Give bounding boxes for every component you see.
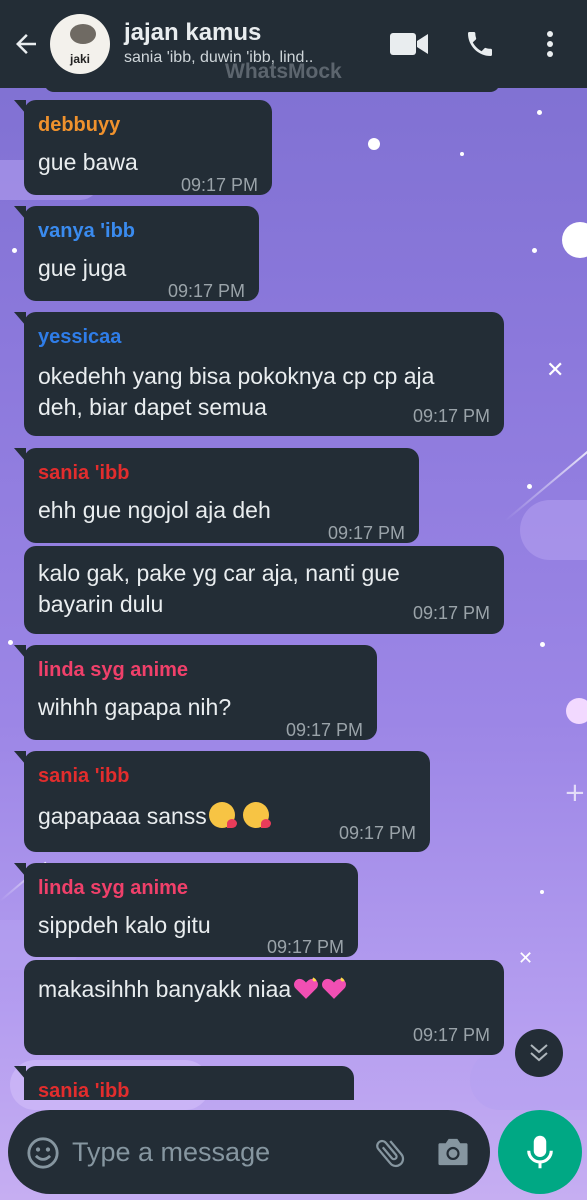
message-time: 09:17 PM bbox=[180, 175, 258, 195]
group-avatar[interactable]: jaki bbox=[50, 14, 110, 74]
message-input[interactable]: Type a message bbox=[72, 1137, 270, 1168]
message-text-row: gapapaaa sanss bbox=[38, 801, 271, 831]
message-text-line: deh, biar dapet semua bbox=[38, 394, 267, 420]
message-sender: sania 'ibb bbox=[38, 765, 130, 787]
message-text: ehh gue ngojol aja deh bbox=[38, 497, 271, 523]
back-button[interactable] bbox=[4, 0, 48, 88]
message-text: gue bawa bbox=[38, 149, 138, 175]
message-text: gapapaaa sanss bbox=[38, 803, 207, 829]
more-options-button[interactable] bbox=[535, 22, 565, 66]
message-time: 09:17 PM bbox=[338, 823, 416, 843]
message-text-row: makasihhh banyakk niaa bbox=[38, 974, 347, 1004]
message-text-line: okedehh yang bisa pokoknya cp cp aja bbox=[38, 363, 435, 389]
avatar-label: jaki bbox=[69, 52, 90, 66]
mic-icon bbox=[527, 1135, 553, 1169]
message-text: wihhh gapapa nih? bbox=[38, 694, 232, 720]
message-sender: vanya 'ibb bbox=[38, 220, 136, 242]
chat-title: jajan kamus bbox=[124, 19, 262, 46]
emoji-icon[interactable] bbox=[26, 1136, 60, 1170]
message-bubble[interactable]: makasihhh banyakk niaa 09:17 PM bbox=[24, 960, 504, 1055]
message-time: 09:17 PM bbox=[412, 603, 490, 623]
message-bubble[interactable]: vanya 'ibb gue juga 09:17 PM bbox=[14, 206, 259, 301]
message-sender: linda syg anime bbox=[38, 659, 189, 681]
message-composer[interactable]: Type a message bbox=[8, 1110, 490, 1194]
voice-message-button[interactable] bbox=[498, 1110, 582, 1194]
video-call-button[interactable] bbox=[388, 22, 430, 66]
attach-icon[interactable] bbox=[372, 1134, 408, 1172]
message-bubble[interactable]: linda syg anime wihhh gapapa nih? 09:17 … bbox=[14, 645, 377, 740]
message-bubble[interactable]: linda syg anime sippdeh kalo gitu 09:17 … bbox=[14, 863, 358, 957]
watermark: WhatsMock bbox=[225, 60, 342, 83]
message-time: 09:17 PM bbox=[412, 406, 490, 426]
message-sender: linda syg anime bbox=[38, 877, 189, 899]
message-text: makasihhh banyakk niaa bbox=[38, 976, 292, 1002]
voice-call-button[interactable] bbox=[460, 22, 500, 66]
sparkling-heart-emoji bbox=[322, 977, 347, 999]
message-time: 09:17 PM bbox=[412, 1025, 490, 1045]
message-text-line: kalo gak, pake yg car aja, nanti gue bbox=[38, 560, 400, 586]
message-time: 09:17 PM bbox=[285, 720, 363, 740]
camera-icon[interactable] bbox=[435, 1136, 471, 1168]
message-bubble[interactable]: kalo gak, pake yg car aja, nanti gue bay… bbox=[24, 546, 504, 634]
scroll-to-bottom-button[interactable] bbox=[515, 1029, 563, 1077]
message-bubble[interactable]: sania 'ibb ehh gue ngojol aja deh 09:17 … bbox=[14, 448, 419, 543]
message-time: 09:17 PM bbox=[266, 937, 344, 957]
message-bubble[interactable]: sania 'ibb bbox=[14, 1066, 354, 1100]
message-sender: sania 'ibb bbox=[38, 1080, 130, 1100]
message-time: 09:17 PM bbox=[167, 281, 245, 301]
message-text: sippdeh kalo gitu bbox=[38, 912, 211, 938]
message-bubble[interactable]: debbuyy gue bawa 09:17 PM bbox=[14, 100, 272, 195]
sparkling-heart-emoji bbox=[294, 977, 319, 999]
video-call-icon bbox=[390, 33, 428, 55]
message-bubble[interactable]: yessicaa okedehh yang bisa pokoknya cp c… bbox=[14, 312, 504, 436]
message-sender: sania 'ibb bbox=[38, 462, 130, 484]
voice-call-icon bbox=[468, 32, 492, 56]
message-bubble[interactable]: sania 'ibb gapapaaa sanss 09:17 PM bbox=[14, 751, 430, 852]
kissing-face-with-heart-emoji bbox=[242, 802, 271, 828]
message-sender: debbuyy bbox=[38, 114, 121, 136]
message-sender: yessicaa bbox=[38, 326, 122, 348]
previous-message-edge bbox=[44, 88, 500, 92]
message-time: 09:17 PM bbox=[327, 523, 405, 543]
more-vert-icon bbox=[547, 31, 553, 57]
message-list[interactable]: debbuyy gue bawa 09:17 PM vanya 'ibb gue… bbox=[0, 88, 587, 1100]
back-arrow-icon bbox=[16, 34, 36, 54]
message-text: gue juga bbox=[38, 255, 127, 281]
kissing-face-with-heart-emoji bbox=[208, 802, 237, 828]
message-text-line: bayarin dulu bbox=[38, 591, 164, 617]
double-chevron-down-icon bbox=[530, 1044, 548, 1062]
